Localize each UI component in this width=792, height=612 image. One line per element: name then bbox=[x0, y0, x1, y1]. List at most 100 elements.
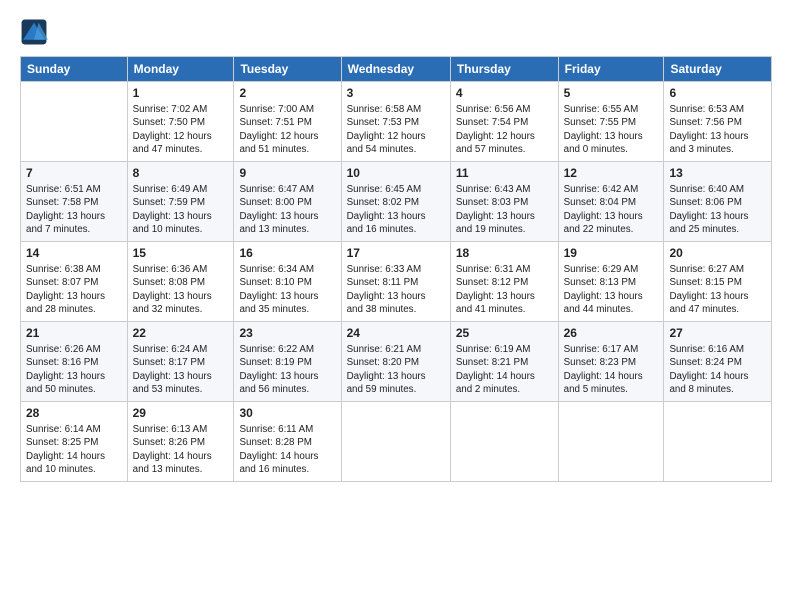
weekday-header-thursday: Thursday bbox=[450, 57, 558, 82]
calendar-cell: 27 Sunrise: 6:16 AM Sunset: 8:24 PM Dayli… bbox=[664, 322, 772, 402]
day-info: Sunrise: 6:33 AM Sunset: 8:11 PM Dayligh… bbox=[347, 263, 445, 316]
day-number: 10 bbox=[347, 165, 445, 181]
day-number: 29 bbox=[133, 405, 229, 421]
header bbox=[20, 18, 772, 46]
day-info: Sunrise: 6:16 AM Sunset: 8:24 PM Dayligh… bbox=[669, 343, 766, 396]
calendar-cell: 20 Sunrise: 6:27 AM Sunset: 8:15 PM Dayli… bbox=[664, 242, 772, 322]
day-info: Sunrise: 7:00 AM Sunset: 7:51 PM Dayligh… bbox=[239, 103, 335, 156]
day-number: 1 bbox=[133, 85, 229, 101]
day-info: Sunrise: 6:53 AM Sunset: 7:56 PM Dayligh… bbox=[669, 103, 766, 156]
day-number: 8 bbox=[133, 165, 229, 181]
calendar-cell: 23Sunrise: 6:22 AM Sunset: 8:19 PM Dayli… bbox=[234, 322, 341, 402]
day-number: 24 bbox=[347, 325, 445, 341]
day-info: Sunrise: 6:19 AM Sunset: 8:21 PM Dayligh… bbox=[456, 343, 553, 396]
calendar-cell: 6 Sunrise: 6:53 AM Sunset: 7:56 PM Daylig… bbox=[664, 82, 772, 162]
day-number: 3 bbox=[347, 85, 445, 101]
calendar-cell: 29 Sunrise: 6:13 AM Sunset: 8:26 PM Dayli… bbox=[127, 402, 234, 482]
day-info: Sunrise: 6:17 AM Sunset: 8:23 PM Dayligh… bbox=[564, 343, 659, 396]
day-info: Sunrise: 6:29 AM Sunset: 8:13 PM Dayligh… bbox=[564, 263, 659, 316]
calendar-cell: 1 Sunrise: 7:02 AM Sunset: 7:50 PM Daylig… bbox=[127, 82, 234, 162]
day-info: Sunrise: 6:36 AM Sunset: 8:08 PM Dayligh… bbox=[133, 263, 229, 316]
day-number: 21 bbox=[26, 325, 122, 341]
calendar-cell: 7 Sunrise: 6:51 AM Sunset: 7:58 PM Daylig… bbox=[21, 162, 128, 242]
day-info: Sunrise: 6:38 AM Sunset: 8:07 PM Dayligh… bbox=[26, 263, 122, 316]
day-info: Sunrise: 6:55 AM Sunset: 7:55 PM Dayligh… bbox=[564, 103, 659, 156]
calendar-cell: 5 Sunrise: 6:55 AM Sunset: 7:55 PM Daylig… bbox=[558, 82, 664, 162]
calendar-cell: 3 Sunrise: 6:58 AM Sunset: 7:53 PM Daylig… bbox=[341, 82, 450, 162]
day-info: Sunrise: 6:58 AM Sunset: 7:53 PM Dayligh… bbox=[347, 103, 445, 156]
calendar-cell: 18Sunrise: 6:31 AM Sunset: 8:12 PM Dayli… bbox=[450, 242, 558, 322]
calendar-cell: 14 Sunrise: 6:38 AM Sunset: 8:07 PM Dayli… bbox=[21, 242, 128, 322]
calendar-cell: 26 Sunrise: 6:17 AM Sunset: 8:23 PM Dayli… bbox=[558, 322, 664, 402]
weekday-header-sunday: Sunday bbox=[21, 57, 128, 82]
calendar-cell: 25 Sunrise: 6:19 AM Sunset: 8:21 PM Dayli… bbox=[450, 322, 558, 402]
day-number: 17 bbox=[347, 245, 445, 261]
day-number: 5 bbox=[564, 85, 659, 101]
calendar-cell bbox=[558, 402, 664, 482]
day-info: Sunrise: 6:51 AM Sunset: 7:58 PM Dayligh… bbox=[26, 183, 122, 236]
day-info: Sunrise: 6:26 AM Sunset: 8:16 PM Dayligh… bbox=[26, 343, 122, 396]
day-number: 6 bbox=[669, 85, 766, 101]
day-info: Sunrise: 6:14 AM Sunset: 8:25 PM Dayligh… bbox=[26, 423, 122, 476]
day-number: 25 bbox=[456, 325, 553, 341]
calendar-cell bbox=[664, 402, 772, 482]
calendar-table: SundayMondayTuesdayWednesdayThursdayFrid… bbox=[20, 56, 772, 482]
day-number: 20 bbox=[669, 245, 766, 261]
calendar-cell: 16Sunrise: 6:34 AM Sunset: 8:10 PM Dayli… bbox=[234, 242, 341, 322]
day-number: 15 bbox=[133, 245, 229, 261]
day-number: 26 bbox=[564, 325, 659, 341]
logo-icon bbox=[20, 18, 48, 46]
calendar-cell: 10Sunrise: 6:45 AM Sunset: 8:02 PM Dayli… bbox=[341, 162, 450, 242]
calendar-cell: 11Sunrise: 6:43 AM Sunset: 8:03 PM Dayli… bbox=[450, 162, 558, 242]
weekday-header-monday: Monday bbox=[127, 57, 234, 82]
week-row-5: 28 Sunrise: 6:14 AM Sunset: 8:25 PM Dayli… bbox=[21, 402, 772, 482]
weekday-header-friday: Friday bbox=[558, 57, 664, 82]
day-info: Sunrise: 6:27 AM Sunset: 8:15 PM Dayligh… bbox=[669, 263, 766, 316]
calendar-cell: 17 Sunrise: 6:33 AM Sunset: 8:11 PM Dayli… bbox=[341, 242, 450, 322]
day-info: Sunrise: 6:11 AM Sunset: 8:28 PM Dayligh… bbox=[239, 423, 335, 476]
day-info: Sunrise: 6:56 AM Sunset: 7:54 PM Dayligh… bbox=[456, 103, 553, 156]
day-number: 28 bbox=[26, 405, 122, 421]
week-row-1: 1 Sunrise: 7:02 AM Sunset: 7:50 PM Daylig… bbox=[21, 82, 772, 162]
calendar-cell: 12 Sunrise: 6:42 AM Sunset: 8:04 PM Dayli… bbox=[558, 162, 664, 242]
day-number: 2 bbox=[239, 85, 335, 101]
day-info: Sunrise: 6:34 AM Sunset: 8:10 PM Dayligh… bbox=[239, 263, 335, 316]
calendar-cell bbox=[341, 402, 450, 482]
calendar-cell: 4 Sunrise: 6:56 AM Sunset: 7:54 PM Daylig… bbox=[450, 82, 558, 162]
day-number: 14 bbox=[26, 245, 122, 261]
weekday-header-wednesday: Wednesday bbox=[341, 57, 450, 82]
calendar-cell: 22 Sunrise: 6:24 AM Sunset: 8:17 PM Dayli… bbox=[127, 322, 234, 402]
week-row-2: 7 Sunrise: 6:51 AM Sunset: 7:58 PM Daylig… bbox=[21, 162, 772, 242]
day-number: 19 bbox=[564, 245, 659, 261]
calendar-cell: 2 Sunrise: 7:00 AM Sunset: 7:51 PM Daylig… bbox=[234, 82, 341, 162]
day-number: 22 bbox=[133, 325, 229, 341]
week-row-4: 21 Sunrise: 6:26 AM Sunset: 8:16 PM Dayli… bbox=[21, 322, 772, 402]
day-info: Sunrise: 6:40 AM Sunset: 8:06 PM Dayligh… bbox=[669, 183, 766, 236]
calendar-cell: 8 Sunrise: 6:49 AM Sunset: 7:59 PM Daylig… bbox=[127, 162, 234, 242]
calendar-cell: 30 Sunrise: 6:11 AM Sunset: 8:28 PM Dayli… bbox=[234, 402, 341, 482]
day-number: 11 bbox=[456, 165, 553, 181]
day-info: Sunrise: 6:13 AM Sunset: 8:26 PM Dayligh… bbox=[133, 423, 229, 476]
day-number: 4 bbox=[456, 85, 553, 101]
calendar-cell: 28 Sunrise: 6:14 AM Sunset: 8:25 PM Dayli… bbox=[21, 402, 128, 482]
logo bbox=[20, 18, 52, 46]
day-number: 23 bbox=[239, 325, 335, 341]
day-info: Sunrise: 6:24 AM Sunset: 8:17 PM Dayligh… bbox=[133, 343, 229, 396]
week-row-3: 14 Sunrise: 6:38 AM Sunset: 8:07 PM Dayli… bbox=[21, 242, 772, 322]
calendar-cell: 13 Sunrise: 6:40 AM Sunset: 8:06 PM Dayli… bbox=[664, 162, 772, 242]
calendar-cell: 9Sunrise: 6:47 AM Sunset: 8:00 PM Daylig… bbox=[234, 162, 341, 242]
day-info: Sunrise: 7:02 AM Sunset: 7:50 PM Dayligh… bbox=[133, 103, 229, 156]
weekday-header-saturday: Saturday bbox=[664, 57, 772, 82]
day-info: Sunrise: 6:31 AM Sunset: 8:12 PM Dayligh… bbox=[456, 263, 553, 316]
day-info: Sunrise: 6:49 AM Sunset: 7:59 PM Dayligh… bbox=[133, 183, 229, 236]
calendar-cell bbox=[450, 402, 558, 482]
day-number: 13 bbox=[669, 165, 766, 181]
day-info: Sunrise: 6:42 AM Sunset: 8:04 PM Dayligh… bbox=[564, 183, 659, 236]
day-number: 7 bbox=[26, 165, 122, 181]
weekday-header-tuesday: Tuesday bbox=[234, 57, 341, 82]
day-number: 30 bbox=[239, 405, 335, 421]
day-number: 27 bbox=[669, 325, 766, 341]
calendar-cell: 19 Sunrise: 6:29 AM Sunset: 8:13 PM Dayli… bbox=[558, 242, 664, 322]
page: SundayMondayTuesdayWednesdayThursdayFrid… bbox=[0, 0, 792, 612]
day-number: 12 bbox=[564, 165, 659, 181]
